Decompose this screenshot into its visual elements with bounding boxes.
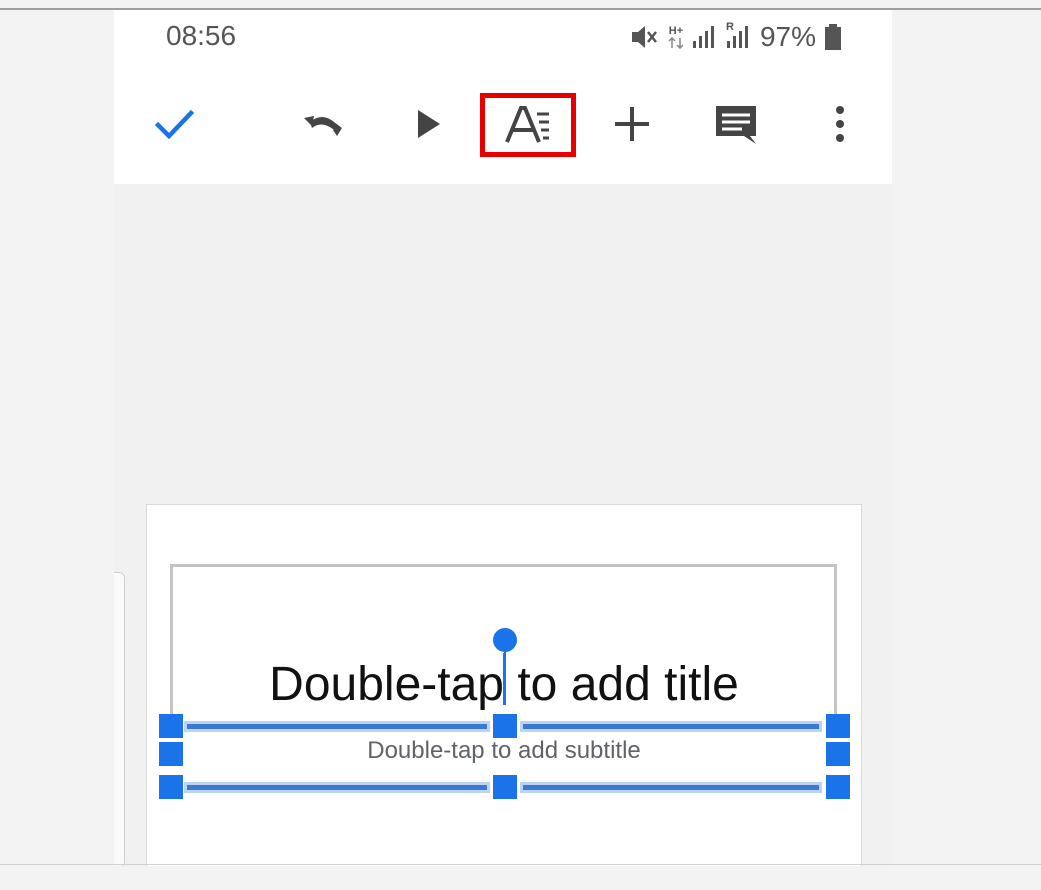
more-vert-icon	[836, 106, 844, 142]
comment-button[interactable]	[708, 96, 764, 152]
selection-border-top-right	[523, 724, 819, 729]
slide[interactable]: Double-tap to add title Double-tap to ad…	[146, 504, 862, 866]
resize-handle-bottom-left[interactable]	[159, 775, 183, 799]
signal-icon	[692, 25, 718, 49]
app-bar: 08:56 H+ R 97%	[114, 10, 892, 184]
resize-handle-top-left[interactable]	[159, 714, 183, 738]
battery-icon	[824, 23, 842, 51]
selection-border-top-left	[187, 724, 487, 729]
resize-handle-bottom-center[interactable]	[493, 775, 517, 799]
mute-icon	[630, 23, 660, 51]
roaming-signal-icon: R	[726, 21, 752, 49]
resize-handle-middle-right[interactable]	[826, 742, 850, 766]
slide-subtitle-placeholder[interactable]: Double-tap to add subtitle	[147, 737, 861, 765]
selection-border-bottom-left	[187, 785, 487, 790]
selection-border-bottom-right	[523, 785, 819, 790]
check-icon	[154, 109, 195, 140]
undo-button[interactable]	[294, 96, 350, 152]
undo-icon	[304, 116, 342, 136]
resize-handle-top-center[interactable]	[493, 714, 517, 738]
more-options-button[interactable]	[812, 96, 868, 152]
play-icon	[418, 110, 440, 138]
window-bottom-border	[0, 864, 1041, 865]
data-arrows-icon	[668, 36, 684, 49]
text-format-button[interactable]	[500, 96, 556, 152]
resize-handle-middle-left[interactable]	[159, 742, 183, 766]
add-icon	[615, 107, 649, 141]
previous-slide-thumbnail[interactable]	[114, 572, 125, 866]
phone-screen: 08:56 H+ R 97% Double-tap to add title D…	[114, 10, 892, 866]
network-type-label: H+	[668, 24, 684, 37]
roaming-label: R	[725, 21, 734, 33]
status-time: 08:56	[166, 20, 237, 51]
insert-button[interactable]	[604, 96, 660, 152]
text-format-icon	[505, 106, 549, 143]
done-button[interactable]	[146, 96, 202, 152]
resize-handle-top-right[interactable]	[826, 714, 850, 738]
present-button[interactable]	[400, 96, 456, 152]
status-bar-icons: H+ R 97%	[630, 20, 842, 54]
rotate-handle[interactable]	[493, 628, 517, 652]
resize-handle-bottom-right[interactable]	[826, 775, 850, 799]
network-type-icon: H+	[668, 24, 684, 49]
comment-icon	[716, 106, 756, 144]
text-cursor	[503, 653, 506, 705]
battery-percent: 97%	[759, 21, 816, 52]
